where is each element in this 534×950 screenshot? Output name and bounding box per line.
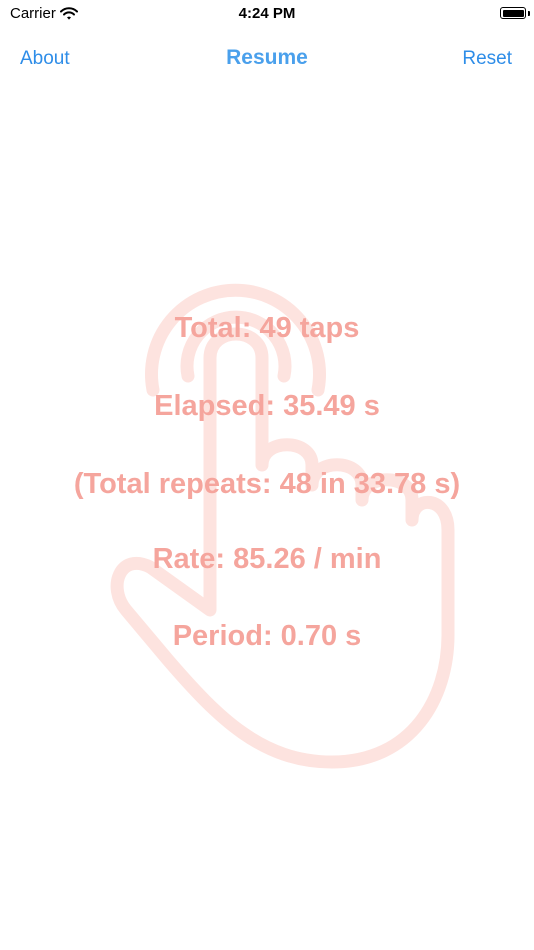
rate-label: Rate: 85.26 / min	[152, 543, 382, 575]
total-repeats-label: (Total repeats: 48 in 33.78 s)	[73, 468, 461, 500]
status-time: 4:24 PM	[238, 5, 296, 22]
battery-icon	[500, 7, 526, 19]
elapsed-time-label: Elapsed: 35.49 s	[154, 390, 380, 422]
period-label: Period: 0.70 s	[172, 620, 362, 652]
tap-area[interactable]: Total: 49 taps Elapsed: 35.49 s (Total r…	[0, 90, 534, 950]
total-taps-label: Total: 49 taps	[174, 312, 360, 344]
battery-cap	[528, 11, 530, 16]
navigation-bar: About Resume Reset	[0, 40, 534, 80]
resume-button[interactable]: Resume	[0, 46, 534, 70]
tap-hand-icon	[110, 283, 455, 769]
reset-button[interactable]: Reset	[462, 48, 512, 70]
status-bar: Carrier 4:24 PM	[0, 0, 534, 28]
